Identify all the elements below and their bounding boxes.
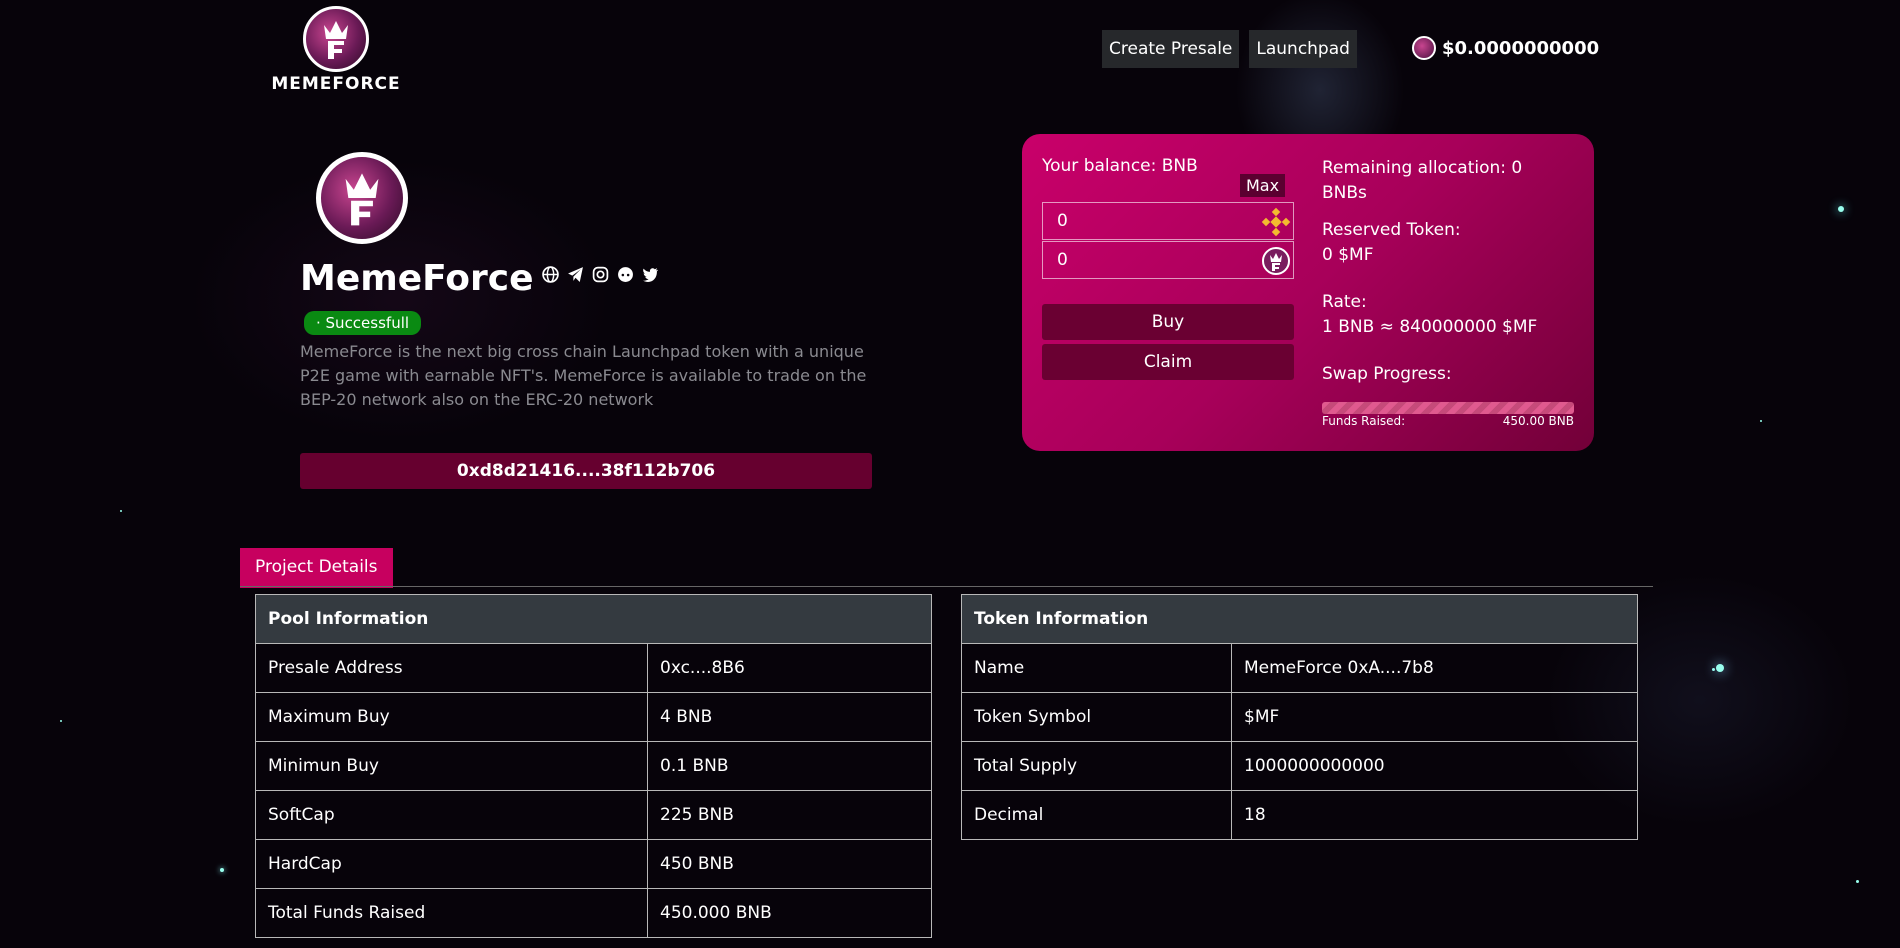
pool-row-label: SoftCap	[255, 790, 648, 840]
pool-row-value: 0.1 BNB	[647, 741, 932, 791]
swap-progress-label: Swap Progress:	[1322, 364, 1452, 384]
token-title-row: MemeForce	[300, 258, 659, 299]
telegram-icon[interactable]	[567, 266, 584, 283]
token-logo-icon	[316, 152, 408, 244]
rate-value: 1 BNB ≈ 840000000 $MF	[1322, 317, 1538, 337]
pool-row-label: Minimun Buy	[255, 741, 648, 791]
balance-label: Your balance: BNB	[1042, 156, 1198, 176]
rate-label: Rate:	[1322, 292, 1367, 312]
wallet-balance-value: $0.0000000000	[1442, 37, 1600, 59]
memeforce-logo-icon	[303, 6, 369, 72]
token-row-value: 1000000000000	[1231, 741, 1638, 791]
status-badge: · Successfull	[304, 311, 422, 335]
launchpad-button[interactable]: Launchpad	[1249, 30, 1357, 68]
token-row-label: Total Supply	[961, 741, 1232, 791]
token-description: MemeForce is the next big cross chain La…	[300, 342, 867, 409]
bnb-icon	[1261, 207, 1291, 237]
pool-row-label: Maximum Buy	[255, 692, 648, 742]
site-logo[interactable]: MEMEFORCE	[266, 6, 406, 94]
memeforce-token-icon	[1262, 247, 1290, 275]
token-row-label: Name	[961, 643, 1232, 693]
table-row: Name MemeForce 0xA....7b8	[961, 643, 1638, 693]
table-row: Minimun Buy 0.1 BNB	[255, 741, 932, 791]
globe-icon[interactable]	[541, 266, 559, 283]
table-row: Total Funds Raised 450.000 BNB	[255, 888, 932, 938]
pool-row-value: 225 BNB	[647, 790, 932, 840]
table-row: Maximum Buy 4 BNB	[255, 692, 932, 742]
bnb-amount-input[interactable]: 0	[1042, 202, 1294, 240]
pool-row-value: 450 BNB	[647, 839, 932, 889]
table-row: Token Symbol $MF	[961, 692, 1638, 742]
token-row-value: MemeForce 0xA....7b8	[1231, 643, 1638, 693]
buy-button[interactable]: Buy	[1042, 304, 1294, 340]
token-information-header: Token Information	[961, 594, 1638, 644]
token-amount-input[interactable]: 0	[1042, 241, 1294, 279]
token-amount-value: 0	[1057, 250, 1068, 270]
pool-row-label: Total Funds Raised	[255, 888, 648, 938]
instagram-icon[interactable]	[592, 266, 609, 283]
token-address-button[interactable]: 0xd8d21416....38f112b706	[300, 453, 872, 489]
pool-row-value: 0xc....8B6	[647, 643, 932, 693]
table-row: Decimal 18	[961, 790, 1638, 840]
token-row-label: Token Symbol	[961, 692, 1232, 742]
funds-raised-value: 450.00 BNB	[1502, 414, 1574, 428]
pool-information-header: Pool Information	[255, 594, 932, 644]
token-name: MemeForce	[300, 258, 534, 299]
pool-information-table: Pool Information Presale Address 0xc....…	[255, 594, 932, 938]
pool-row-label: Presale Address	[255, 643, 648, 693]
reserved-token-label: Reserved Token:	[1322, 220, 1461, 240]
token-row-label: Decimal	[961, 790, 1232, 840]
social-links	[541, 266, 659, 283]
funds-raised-label: Funds Raised:	[1322, 414, 1406, 428]
reserved-token-value: 0 $MF	[1322, 245, 1374, 265]
pool-row-value: 450.000 BNB	[647, 888, 932, 938]
token-row-value: $MF	[1231, 692, 1638, 742]
token-row-value: 18	[1231, 790, 1638, 840]
wallet-balance[interactable]: $0.0000000000	[1412, 36, 1599, 60]
pool-row-value: 4 BNB	[647, 692, 932, 742]
create-presale-button[interactable]: Create Presale	[1102, 30, 1240, 68]
remaining-allocation: Remaining allocation: 0 BNBs	[1322, 158, 1523, 203]
top-nav: Create Presale Launchpad	[1102, 30, 1357, 68]
table-row: Presale Address 0xc....8B6	[255, 643, 932, 693]
reddit-icon[interactable]	[617, 266, 634, 283]
swap-balance: Your balance: BNB	[1042, 156, 1294, 176]
twitter-icon[interactable]	[642, 266, 659, 283]
progress-labels: Funds Raised: 450.00 BNB	[1322, 414, 1574, 428]
table-row: SoftCap 225 BNB	[255, 790, 932, 840]
table-row: Total Supply 1000000000000	[961, 741, 1638, 791]
wallet-token-icon	[1412, 36, 1436, 60]
swap-stats: Remaining allocation: 0 BNBs Reserved To…	[1322, 156, 1572, 387]
claim-button[interactable]: Claim	[1042, 344, 1294, 380]
pool-row-label: HardCap	[255, 839, 648, 889]
max-button[interactable]: Max	[1240, 174, 1286, 197]
tab-divider	[240, 586, 1653, 587]
swap-progress-bar	[1322, 402, 1574, 414]
logo-text: MEMEFORCE	[271, 74, 401, 94]
swap-card: Your balance: BNB Max 0 0 Buy Claim Rema…	[1022, 134, 1594, 451]
token-information-table: Token Information Name MemeForce 0xA....…	[961, 594, 1638, 840]
table-row: HardCap 450 BNB	[255, 839, 932, 889]
tab-project-details[interactable]: Project Details	[240, 548, 393, 588]
bnb-amount-value: 0	[1057, 211, 1068, 231]
